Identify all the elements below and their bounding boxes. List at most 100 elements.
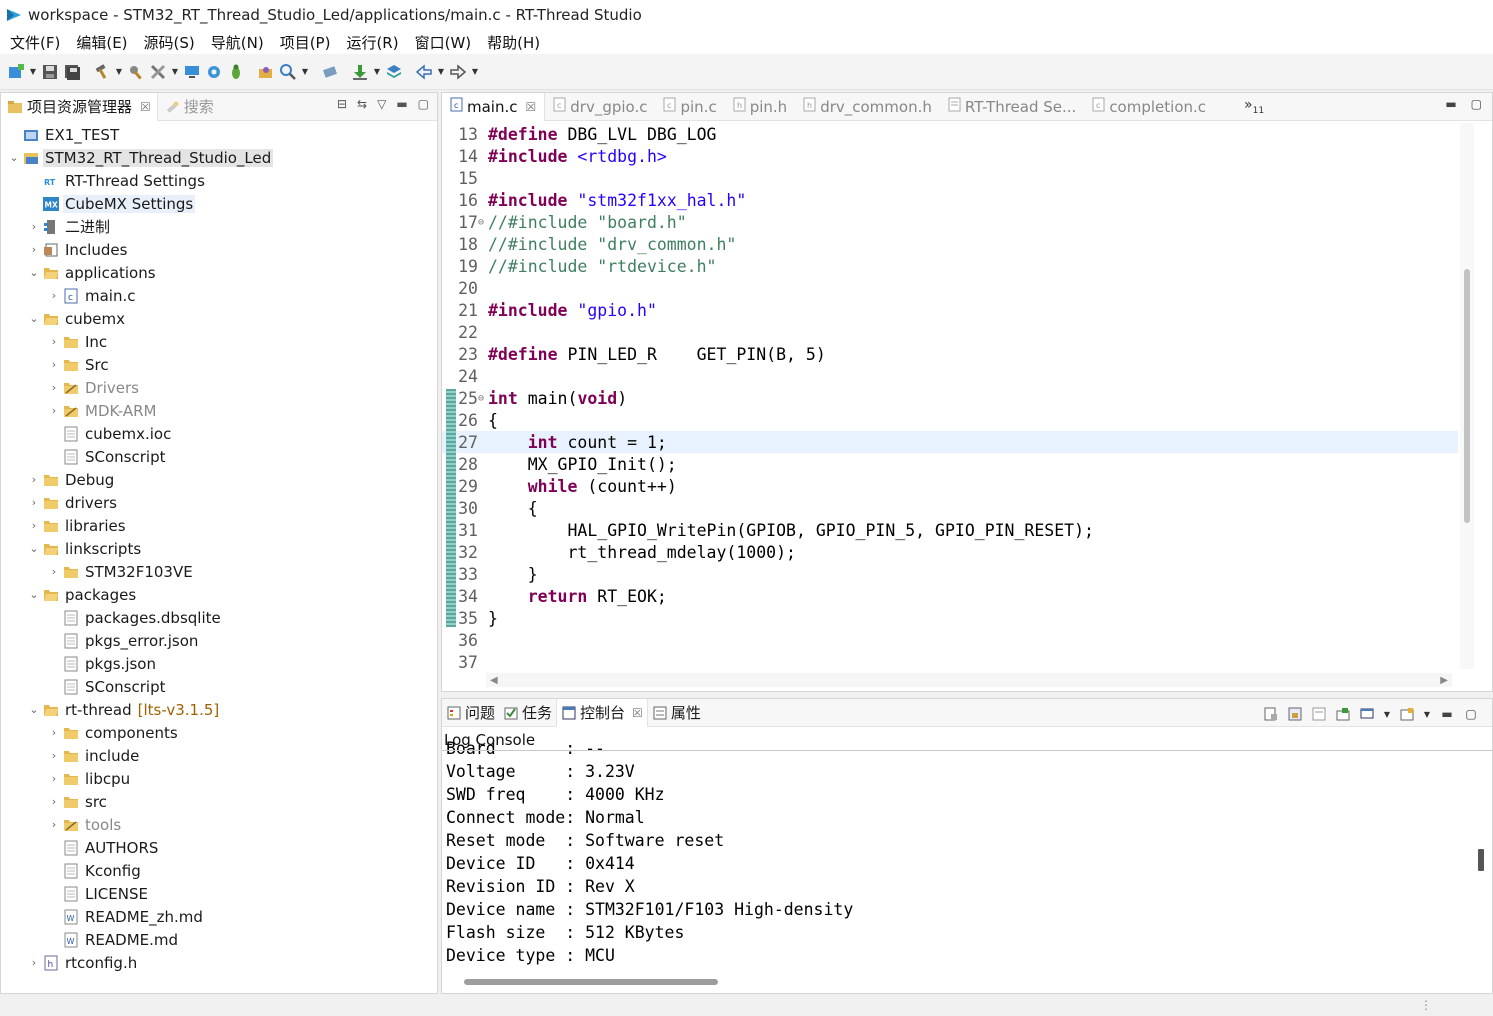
tree-item[interactable]: › libcpu bbox=[1, 767, 437, 790]
code-line[interactable]: 26{ bbox=[442, 409, 1458, 431]
chevron-right-icon[interactable]: › bbox=[47, 358, 61, 371]
code-line[interactable]: 28 MX_GPIO_Init(); bbox=[442, 453, 1458, 475]
maximize-icon[interactable]: ▢ bbox=[1471, 97, 1482, 111]
chevron-down-icon[interactable]: ⌄ bbox=[27, 703, 41, 716]
code-line[interactable]: 17 ⊖//#include "board.h" bbox=[442, 211, 1458, 233]
code-line[interactable]: 35} bbox=[442, 607, 1458, 629]
menu-run[interactable]: 运行(R) bbox=[338, 32, 406, 53]
more-tabs-button[interactable]: »11 bbox=[1244, 97, 1264, 116]
tree-item[interactable]: › Debug bbox=[1, 468, 437, 491]
code-line[interactable]: 33 } bbox=[442, 563, 1458, 585]
minimize-icon[interactable]: ▬ bbox=[1438, 705, 1456, 723]
chevron-right-icon[interactable]: › bbox=[47, 818, 61, 831]
tree-item[interactable]: LICENSE bbox=[1, 882, 437, 905]
tree-item[interactable]: › components bbox=[1, 721, 437, 744]
menu-edit[interactable]: 编辑(E) bbox=[68, 32, 135, 53]
tree-item[interactable]: › src bbox=[1, 790, 437, 813]
console-output[interactable]: Board : -- Voltage : 3.23V SWD freq : 4000… bbox=[446, 739, 1466, 971]
chevron-right-icon[interactable]: › bbox=[27, 519, 41, 532]
chevron-right-icon[interactable]: › bbox=[47, 404, 61, 417]
tree-item[interactable]: › Inc bbox=[1, 330, 437, 353]
menu-file[interactable]: 文件(F) bbox=[2, 32, 68, 53]
code-line[interactable]: 36 bbox=[442, 629, 1458, 651]
tree-item[interactable]: AUTHORS bbox=[1, 836, 437, 859]
download-to-board-icon[interactable] bbox=[182, 61, 202, 83]
console-vertical-scrollbar[interactable] bbox=[1474, 753, 1488, 971]
code-line[interactable]: 25 ⊖ int main(void) bbox=[442, 387, 1458, 409]
code-line[interactable]: 19 //#include "rtdevice.h" bbox=[442, 255, 1458, 277]
tree-item[interactable]: › include bbox=[1, 744, 437, 767]
maximize-icon[interactable]: ▢ bbox=[1462, 705, 1480, 723]
scroll-lock-icon[interactable] bbox=[1286, 705, 1304, 723]
tree-item[interactable]: cubemx.ioc bbox=[1, 422, 437, 445]
tree-item[interactable]: ⌄ packages bbox=[1, 583, 437, 606]
menu-source[interactable]: 源码(S) bbox=[136, 32, 203, 53]
code-line[interactable]: 29 while (count++) bbox=[442, 475, 1458, 497]
tab-problems[interactable]: 问题 bbox=[442, 699, 499, 727]
forward-dropdown-icon[interactable]: ▼ bbox=[470, 61, 480, 83]
build-hammer-icon[interactable] bbox=[92, 61, 112, 83]
rebuild-icon[interactable] bbox=[126, 61, 146, 83]
tree-item[interactable]: › STM32F103VE bbox=[1, 560, 437, 583]
tree-item[interactable]: ⌄ applications bbox=[1, 261, 437, 284]
chevron-down-icon[interactable]: ⌄ bbox=[27, 312, 41, 325]
display-console-dropdown-icon[interactable]: ▼ bbox=[1382, 703, 1392, 725]
menu-project[interactable]: 项目(P) bbox=[272, 32, 339, 53]
menu-help[interactable]: 帮助(H) bbox=[479, 32, 548, 53]
minimize-icon[interactable]: ▬ bbox=[1445, 97, 1456, 111]
tree-item[interactable]: › Includes bbox=[1, 238, 437, 261]
tree-item[interactable]: › c main.c bbox=[1, 284, 437, 307]
scrollbar-thumb[interactable] bbox=[1464, 269, 1470, 523]
chevron-right-icon[interactable]: › bbox=[47, 795, 61, 808]
code-line[interactable]: 16 #include "stm32f1xx_hal.h" bbox=[442, 189, 1458, 211]
code-line[interactable]: 34 return RT_EOK; bbox=[442, 585, 1458, 607]
tree-item[interactable]: EX1_TEST bbox=[1, 123, 437, 146]
sdk-manager-icon[interactable] bbox=[320, 61, 340, 83]
word-wrap-icon[interactable] bbox=[1310, 705, 1328, 723]
chevron-right-icon[interactable]: › bbox=[47, 381, 61, 394]
tree-item[interactable]: W README.md bbox=[1, 928, 437, 951]
code-line[interactable]: 27 int count = 1; bbox=[442, 431, 1458, 453]
close-icon[interactable]: ☒ bbox=[632, 706, 643, 720]
tree-item[interactable]: › MDK-ARM bbox=[1, 399, 437, 422]
open-element-icon[interactable] bbox=[256, 61, 276, 83]
tree-item[interactable]: RT RT-Thread Settings bbox=[1, 169, 437, 192]
open-console-icon[interactable] bbox=[1398, 705, 1416, 723]
tab-project-explorer[interactable]: 项目资源管理器 ☒ bbox=[1, 92, 158, 121]
fold-toggle-icon[interactable]: ⊖ bbox=[478, 393, 488, 404]
collapse-all-icon[interactable]: ⊟ bbox=[337, 97, 347, 111]
tree-item[interactable]: ⌄ STM32_RT_Thread_Studio_Led bbox=[1, 146, 437, 169]
console-horizontal-scrollbar[interactable] bbox=[464, 979, 718, 985]
download-icon[interactable] bbox=[350, 61, 370, 83]
tree-item[interactable]: › drivers bbox=[1, 491, 437, 514]
tree-item[interactable]: › 二进制 bbox=[1, 215, 437, 238]
chevron-down-icon[interactable]: ⌄ bbox=[7, 151, 21, 164]
build-dropdown-icon[interactable]: ▼ bbox=[114, 61, 124, 83]
tree-item[interactable]: ⌄ cubemx bbox=[1, 307, 437, 330]
code-line[interactable]: 22 bbox=[442, 321, 1458, 343]
settings-gear-icon[interactable] bbox=[204, 61, 224, 83]
new-icon[interactable] bbox=[6, 61, 26, 83]
tree-item[interactable]: › Src bbox=[1, 353, 437, 376]
open-console-dropdown-icon[interactable]: ▼ bbox=[1422, 703, 1432, 725]
scroll-right-icon[interactable]: ▶ bbox=[1440, 675, 1448, 686]
editor-tab[interactable]: RT-Thread Se... bbox=[940, 93, 1084, 121]
layers-icon[interactable] bbox=[384, 61, 404, 83]
tree-item[interactable]: ⌄ linkscripts bbox=[1, 537, 437, 560]
new-dropdown-icon[interactable]: ▼ bbox=[28, 61, 38, 83]
code-line[interactable]: 24 bbox=[442, 365, 1458, 387]
tree-item[interactable]: › h rtconfig.h bbox=[1, 951, 437, 974]
editor-tab[interactable]: h drv_common.h bbox=[795, 93, 940, 121]
code-line[interactable]: 20 bbox=[442, 277, 1458, 299]
search-icon[interactable] bbox=[278, 61, 298, 83]
editor-horizontal-scrollbar[interactable]: ◀ ▶ bbox=[486, 673, 1452, 687]
chevron-right-icon[interactable]: › bbox=[47, 772, 61, 785]
display-console-icon[interactable] bbox=[1358, 705, 1376, 723]
scroll-left-icon[interactable]: ◀ bbox=[490, 675, 498, 686]
code-line[interactable]: 14 #include <rtdbg.h> bbox=[442, 145, 1458, 167]
chevron-down-icon[interactable]: ⌄ bbox=[27, 266, 41, 279]
close-icon[interactable]: ☒ bbox=[526, 100, 537, 114]
back-dropdown-icon[interactable]: ▼ bbox=[436, 61, 446, 83]
menu-window[interactable]: 窗口(W) bbox=[407, 32, 480, 53]
scrollbar-thumb[interactable] bbox=[1478, 849, 1484, 871]
